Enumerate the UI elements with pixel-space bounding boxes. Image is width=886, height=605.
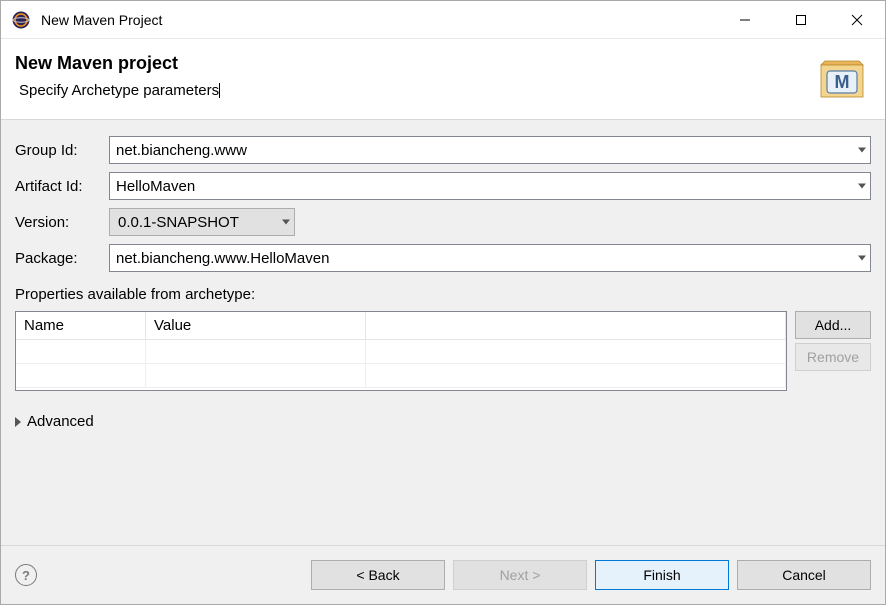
- cancel-button[interactable]: Cancel: [737, 560, 871, 590]
- maximize-button[interactable]: [773, 1, 829, 38]
- properties-label: Properties available from archetype:: [15, 286, 871, 303]
- group-id-value: net.biancheng.www: [116, 142, 247, 159]
- svg-text:M: M: [835, 72, 850, 92]
- minimize-button[interactable]: [717, 1, 773, 38]
- package-label: Package:: [15, 250, 103, 267]
- chevron-down-icon: [858, 184, 866, 189]
- column-name[interactable]: Name: [16, 312, 146, 339]
- triangle-right-icon: [15, 417, 21, 427]
- window-titlebar: New Maven Project: [1, 1, 885, 39]
- chevron-down-icon: [858, 148, 866, 153]
- close-button[interactable]: [829, 1, 885, 38]
- version-value: 0.0.1-SNAPSHOT: [118, 214, 239, 231]
- wizard-footer: ? < Back Next > Finish Cancel: [1, 545, 885, 604]
- table-row[interactable]: [16, 364, 786, 388]
- artifact-id-input[interactable]: HelloMaven: [109, 172, 871, 200]
- column-blank: [366, 312, 786, 339]
- wizard-header: New Maven project Specify Archetype para…: [1, 39, 885, 120]
- advanced-toggle[interactable]: Advanced: [15, 413, 871, 430]
- package-input[interactable]: net.biancheng.www.HelloMaven: [109, 244, 871, 272]
- properties-header: Name Value: [16, 312, 786, 340]
- column-value[interactable]: Value: [146, 312, 366, 339]
- artifact-id-label: Artifact Id:: [15, 178, 103, 195]
- properties-table[interactable]: Name Value: [15, 311, 787, 391]
- table-row[interactable]: [16, 340, 786, 364]
- chevron-down-icon: [282, 220, 290, 225]
- finish-button[interactable]: Finish: [595, 560, 729, 590]
- window-title: New Maven Project: [41, 12, 717, 28]
- add-button[interactable]: Add...: [795, 311, 871, 339]
- advanced-label: Advanced: [27, 413, 94, 430]
- maven-wizard-icon: M: [817, 57, 867, 101]
- back-button[interactable]: < Back: [311, 560, 445, 590]
- next-button: Next >: [453, 560, 587, 590]
- page-subtitle: Specify Archetype parameters: [19, 82, 219, 99]
- wizard-body: Group Id: net.biancheng.www Artifact Id:…: [1, 120, 885, 545]
- remove-button: Remove: [795, 343, 871, 371]
- window-controls: [717, 1, 885, 38]
- version-combo[interactable]: 0.0.1-SNAPSHOT: [109, 208, 295, 236]
- help-button[interactable]: ?: [15, 564, 37, 586]
- group-id-label: Group Id:: [15, 142, 103, 159]
- page-title: New Maven project: [15, 53, 817, 74]
- chevron-down-icon: [858, 256, 866, 261]
- group-id-input[interactable]: net.biancheng.www: [109, 136, 871, 164]
- version-label: Version:: [15, 214, 103, 231]
- eclipse-icon: [11, 10, 31, 30]
- package-value: net.biancheng.www.HelloMaven: [116, 250, 329, 267]
- artifact-id-value: HelloMaven: [116, 178, 195, 195]
